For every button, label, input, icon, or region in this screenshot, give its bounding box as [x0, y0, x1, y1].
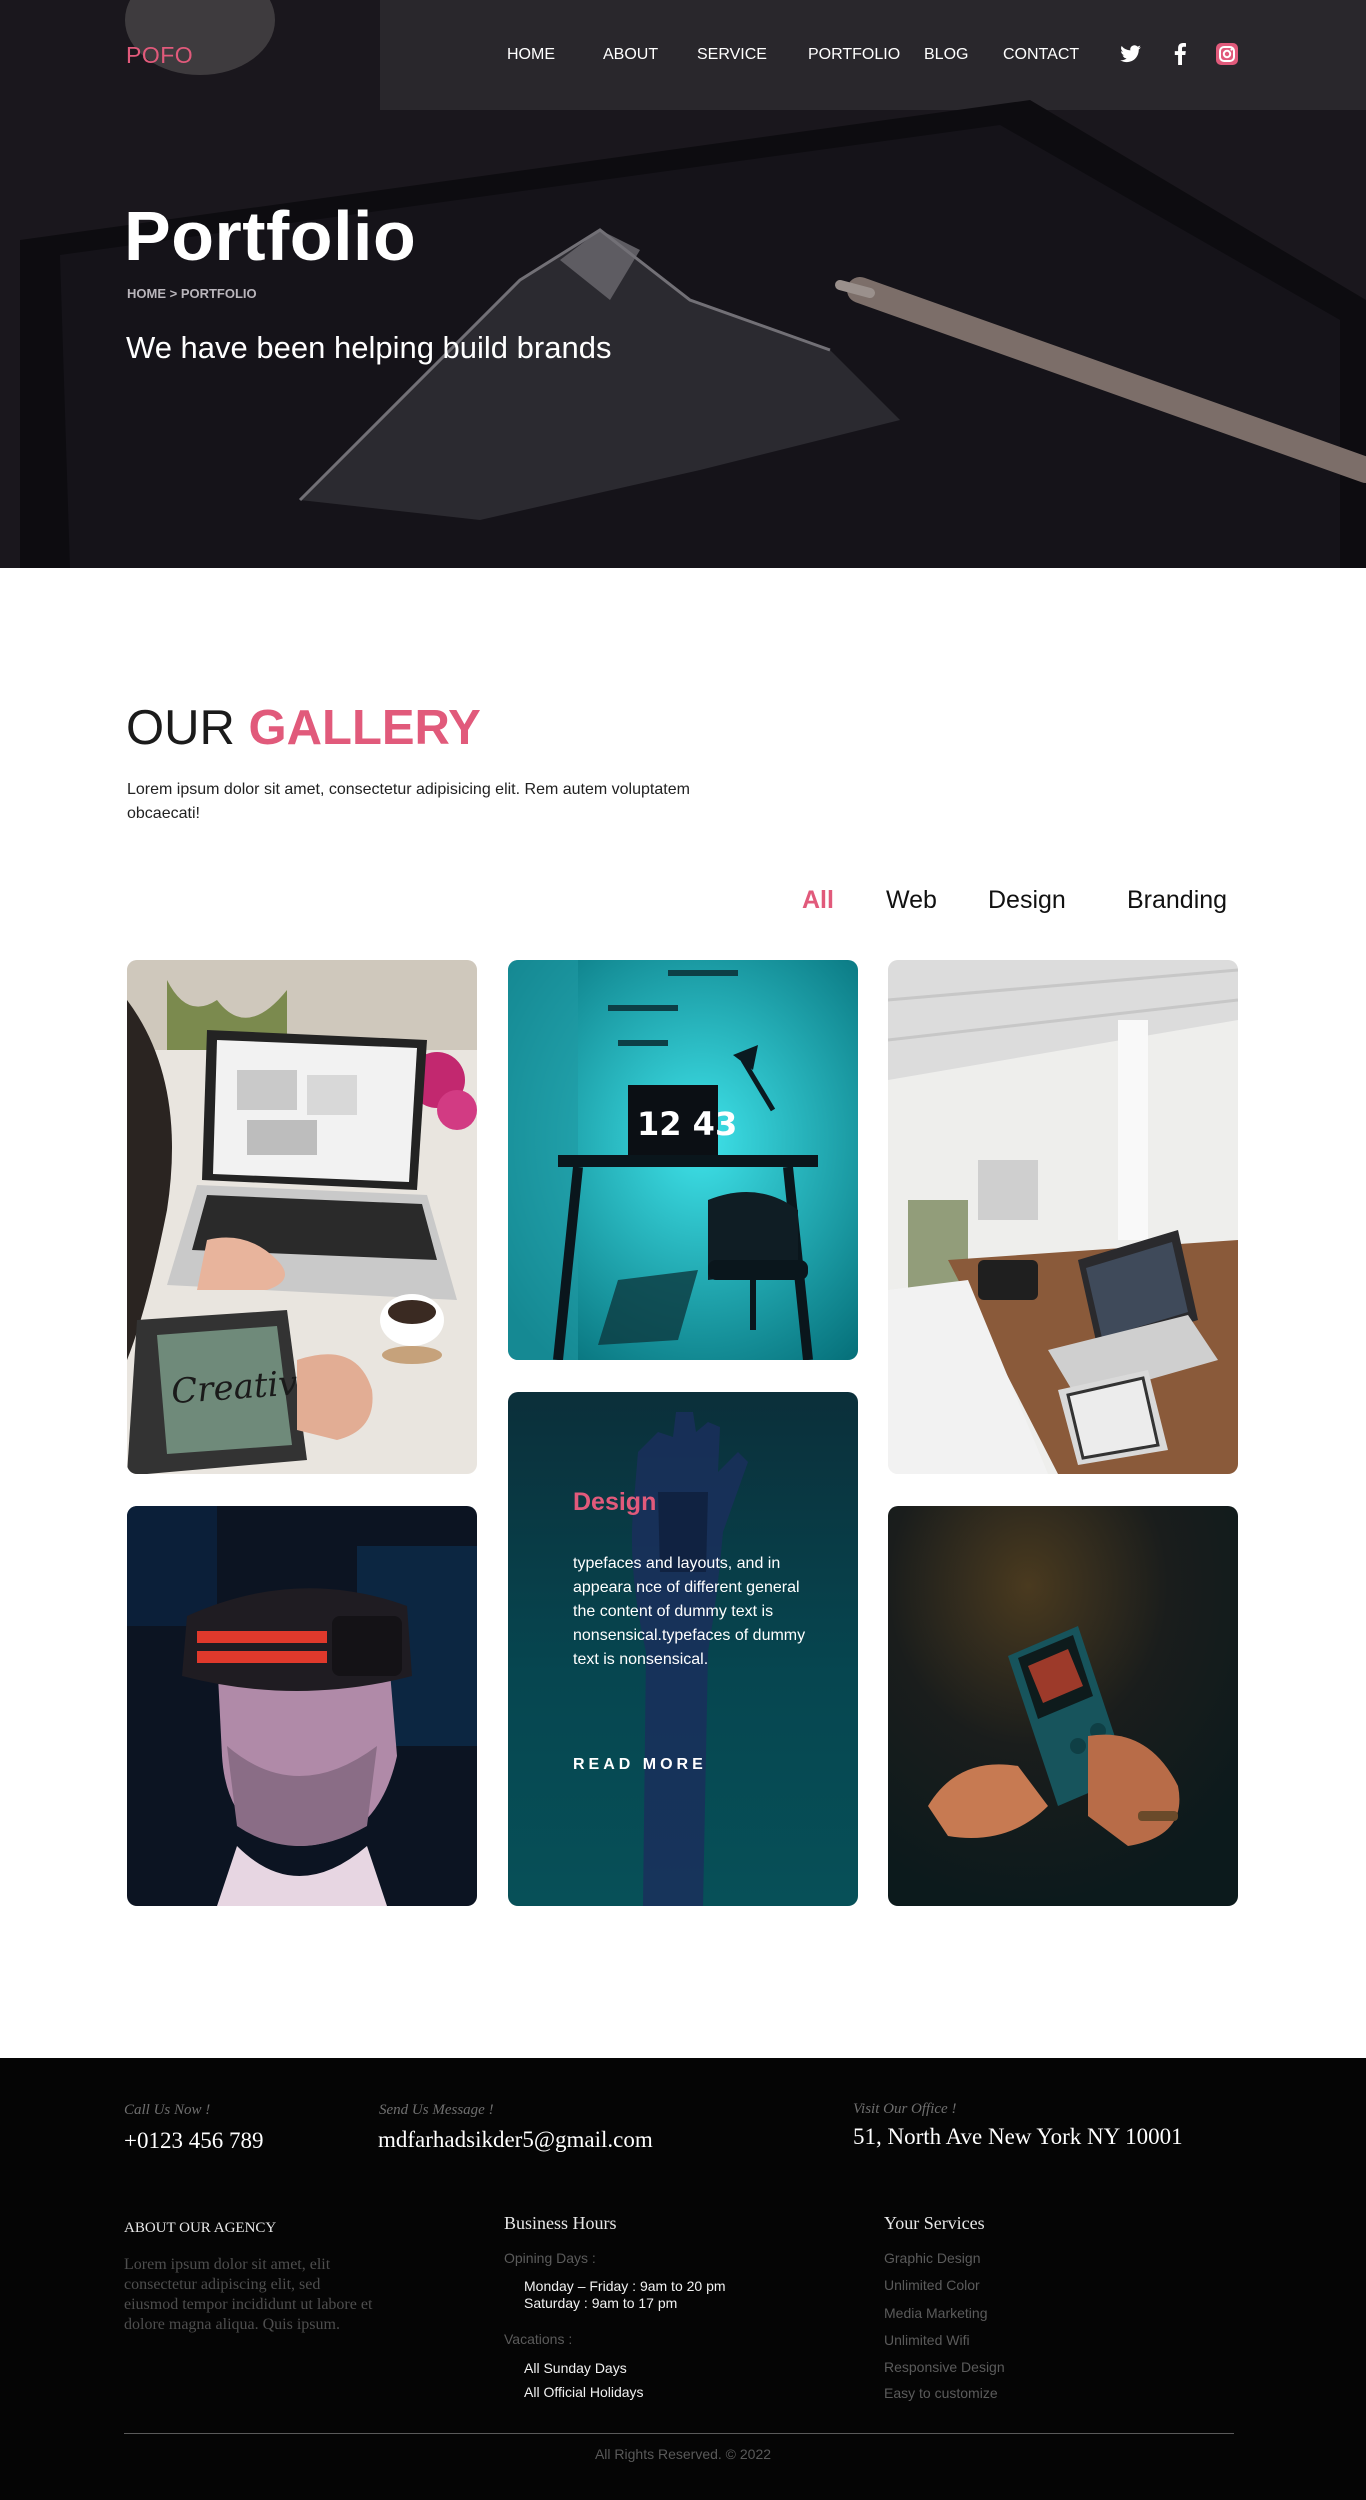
service-item[interactable]: Media Marketing [884, 2305, 988, 2321]
vr-headset-photo[interactable] [127, 1506, 477, 1906]
email-address[interactable]: mdfarhadsikder5@gmail.com [378, 2127, 653, 2153]
laptop-creative-photo[interactable]: Creative [127, 960, 477, 1474]
page-title: Portfolio [124, 197, 417, 275]
gallery-heading-accent: GALLERY [248, 701, 481, 755]
nav-blog[interactable]: BLOG [924, 46, 968, 64]
filter-design[interactable]: Design [988, 886, 1066, 915]
about-agency-heading: ABOUT OUR AGENCY [124, 2220, 277, 2236]
design-card-title: Design [573, 1488, 657, 1516]
copyright-text: All Rights Reserved. © 2022 [594, 2446, 772, 2462]
service-item[interactable]: Unlimited Wifi [884, 2332, 970, 2348]
message-label: Send Us Message ! [379, 2102, 494, 2118]
opening-hours-saturday: Saturday : 9am to 17 pm [524, 2295, 678, 2311]
gallery-heading: OUR GALLERY [126, 700, 481, 756]
monitor-clock-text: 12 43 [637, 1105, 737, 1143]
footer-divider [124, 2433, 1234, 2434]
nav-service[interactable]: SERVICE [697, 46, 767, 64]
instagram-icon[interactable] [1215, 42, 1239, 66]
office-label: Visit Our Office ! [853, 2101, 957, 2117]
call-label: Call Us Now ! [124, 2102, 211, 2118]
filter-all[interactable]: All [802, 886, 834, 915]
neon-desk-photo[interactable]: 12 43 [508, 960, 858, 1360]
phone-number[interactable]: +0123 456 789 [124, 2128, 263, 2154]
service-item[interactable]: Unlimited Color [884, 2277, 980, 2293]
hero-overlay [0, 0, 1366, 568]
nav-about[interactable]: ABOUT [603, 46, 658, 64]
office-address: 51, North Ave New York NY 10001 [853, 2124, 1183, 2149]
office-laptop-photo[interactable] [888, 960, 1238, 1474]
handheld-console-photo[interactable] [888, 1506, 1238, 1906]
twitter-icon[interactable] [1119, 42, 1143, 66]
filter-branding[interactable]: Branding [1127, 886, 1227, 915]
gallery-description: Lorem ipsum dolor sit amet, consectetur … [127, 781, 690, 822]
facebook-icon[interactable] [1168, 42, 1192, 66]
nav-portfolio[interactable]: PORTFOLIO [808, 46, 900, 64]
opening-hours-weekday: Monday – Friday : 9am to 20 pm [524, 2278, 726, 2294]
service-item[interactable]: Graphic Design [884, 2250, 981, 2266]
vacation-holidays: All Official Holidays [524, 2384, 644, 2400]
hero-section [0, 0, 1366, 568]
about-agency-text: Lorem ipsum dolor sit amet, elit consect… [124, 2256, 373, 2333]
opening-days-label: Opining Days : [504, 2250, 596, 2266]
breadcrumb: HOME > PORTFOLIO [127, 286, 257, 301]
nav-home[interactable]: HOME [507, 46, 555, 64]
design-info-card: Design typefaces and layouts, and in app… [508, 1392, 858, 1906]
filter-web[interactable]: Web [886, 886, 937, 915]
vacation-sundays: All Sunday Days [524, 2360, 627, 2376]
services-heading: Your Services [884, 2213, 985, 2233]
vacations-label: Vacations : [504, 2331, 573, 2347]
design-card-text: typefaces and layouts, and in appeara nc… [573, 1555, 806, 1668]
gallery-heading-plain: OUR [126, 701, 235, 755]
service-item[interactable]: Easy to customize [884, 2385, 998, 2401]
read-more-link[interactable]: READ MORE [573, 1756, 707, 1774]
hero-subtitle: We have been helping build brands [126, 330, 612, 365]
main-nav: HOME ABOUT SERVICE PORTFOLIO BLOG CONTAC… [0, 46, 1366, 66]
service-item[interactable]: Responsive Design [884, 2359, 1005, 2375]
business-hours-heading: Business Hours [504, 2213, 617, 2233]
nav-contact[interactable]: CONTACT [1003, 46, 1079, 64]
